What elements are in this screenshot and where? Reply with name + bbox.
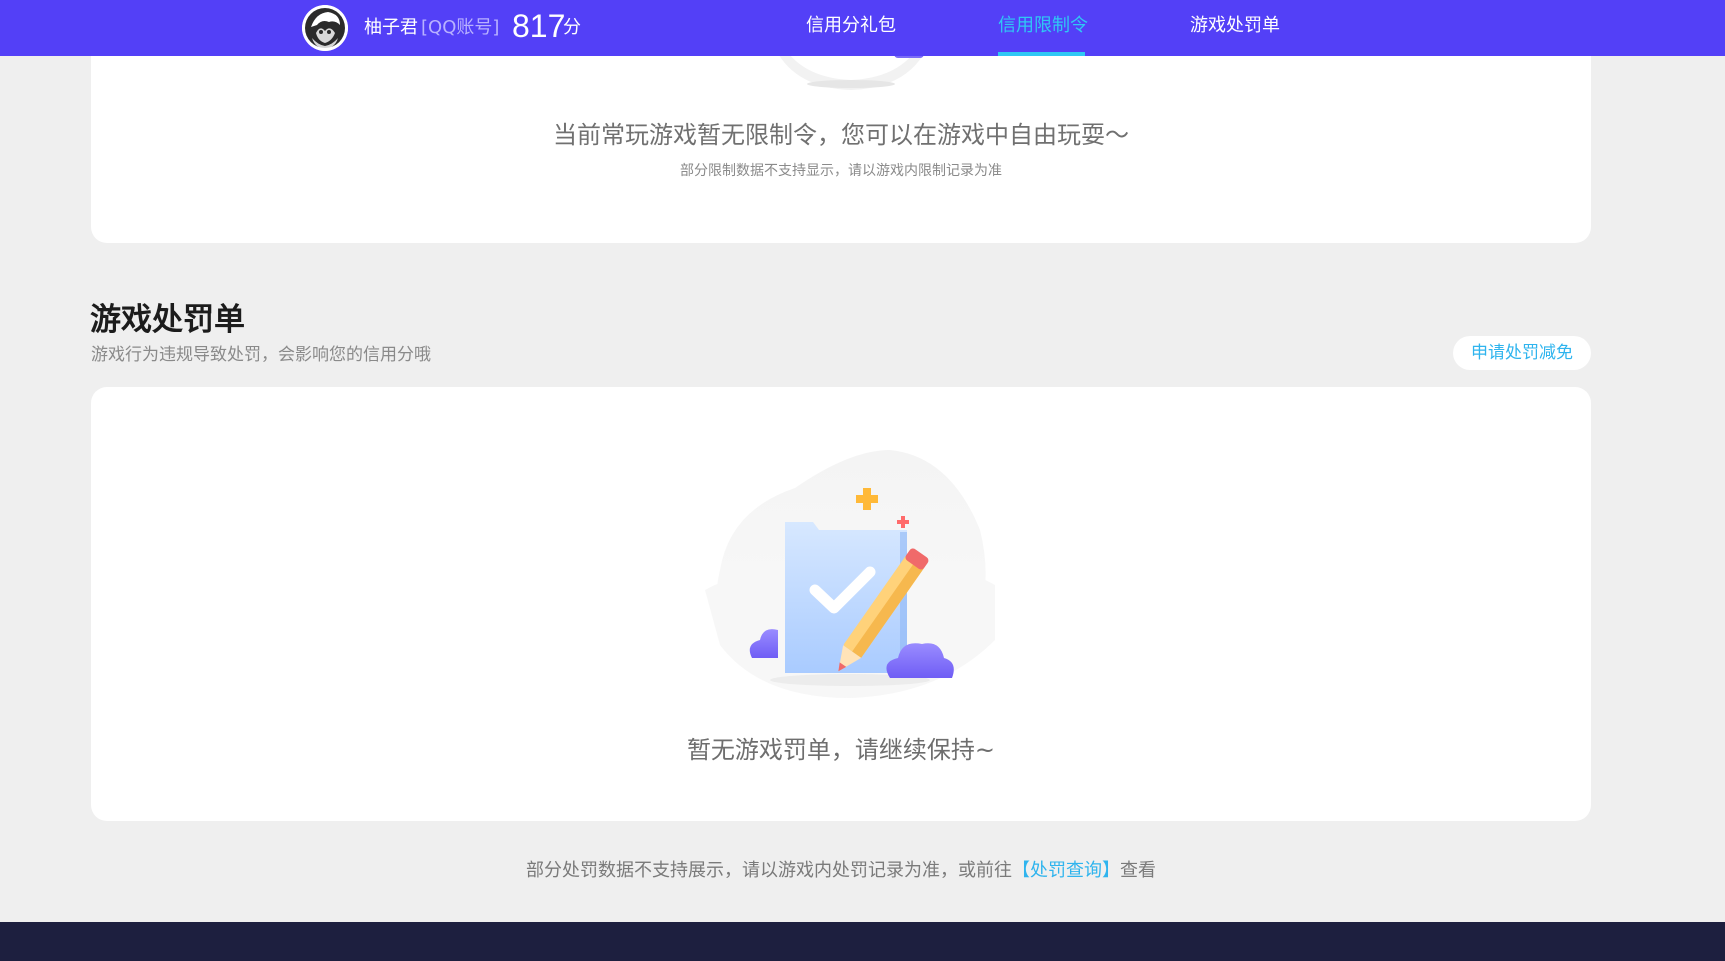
tab-game-penalty[interactable]: 游戏处罚单 xyxy=(1190,14,1280,38)
apply-penalty-reduction-button[interactable]: 申请处罚减免 xyxy=(1453,336,1591,370)
credit-score-unit: 分 xyxy=(563,17,581,38)
footer-note-text: 部分处罚数据不支持展示，请以游戏内处罚记录为准，或前往 xyxy=(526,860,1012,881)
penalty-query-link[interactable]: 【处罚查询】 xyxy=(1012,860,1120,881)
account-type-label: [QQ账号] xyxy=(421,17,500,38)
restriction-illustration-icon xyxy=(776,50,926,90)
avatar-icon xyxy=(302,5,348,51)
restriction-empty-text: 当前常玩游戏暂无限制令，您可以在游戏中自由玩耍～ xyxy=(553,121,1129,149)
user-avatar[interactable] xyxy=(302,5,348,51)
restriction-data-note: 部分限制数据不支持显示，请以游戏内限制记录为准 xyxy=(680,163,1002,179)
footer-note-suffix: 查看 xyxy=(1120,860,1156,881)
penalty-section-subtitle: 游戏行为违规导致处罚，会影响您的信用分哦 xyxy=(91,345,431,365)
penalty-empty-text: 暂无游戏罚单，请继续保持~ xyxy=(686,736,996,764)
user-name: 柚子君 xyxy=(364,17,418,38)
page-footer-band xyxy=(0,922,1725,961)
document-check-pencil-icon xyxy=(705,450,995,698)
active-tab-indicator xyxy=(998,52,1085,56)
credit-score-value: 817 xyxy=(512,8,566,44)
tab-credit-restriction[interactable]: 信用限制令 xyxy=(998,14,1088,38)
penalty-section-title: 游戏处罚单 xyxy=(90,302,245,338)
penalty-footer-note: 部分处罚数据不支持展示，请以游戏内处罚记录为准，或前往【处罚查询】查看 xyxy=(0,858,1682,884)
top-nav-bar: 柚子君 [QQ账号] 817 分 信用分礼包 信用限制令 游戏处罚单 xyxy=(0,0,1725,56)
tab-credit-gift[interactable]: 信用分礼包 xyxy=(806,14,896,38)
